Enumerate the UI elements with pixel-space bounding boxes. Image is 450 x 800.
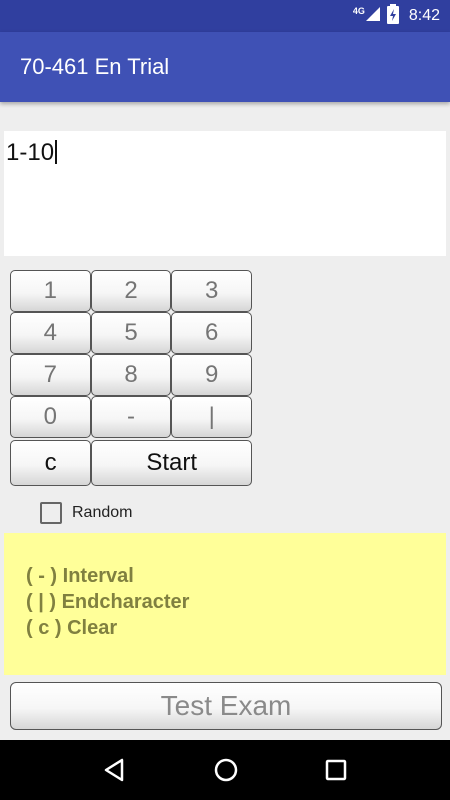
keypad-row: 0 - | [10,396,253,438]
random-label: Random [72,504,133,521]
question-range-input[interactable]: 1-10 [4,131,446,256]
key-endcharacter[interactable]: | [171,396,253,438]
battery-charging-icon [386,3,399,29]
keypad-row: 4 5 6 [10,312,253,354]
key-4[interactable]: 4 [10,312,91,354]
key-2[interactable]: 2 [90,270,172,312]
keypad-row: c Start [10,440,252,486]
back-icon[interactable] [102,757,128,783]
random-checkbox[interactable] [40,502,62,524]
text-cursor [55,140,58,164]
random-option[interactable]: Random [40,502,132,524]
key-0[interactable]: 0 [10,396,91,438]
recents-icon[interactable] [324,758,348,782]
start-button[interactable]: Start [91,440,252,486]
clock: 8:42 [408,7,440,24]
clear-button[interactable]: c [10,440,92,486]
key-6[interactable]: 6 [171,312,253,354]
key-7[interactable]: 7 [10,354,91,396]
help-line-interval: ( - ) Interval [26,565,134,587]
test-exam-button[interactable]: Test Exam [10,682,442,730]
navigation-bar [0,740,450,800]
keypad-row: 7 8 9 [10,354,253,396]
help-line-endcharacter: ( | ) Endcharacter [26,591,190,613]
app-bar: 70-461 En Trial [0,32,450,102]
network-type-label: 4G [352,6,365,16]
keypad-row: 1 2 3 [10,270,253,312]
input-value: 1-10 [6,139,55,166]
key-3[interactable]: 3 [171,270,253,312]
status-icons: 4G 8:42 [353,0,440,32]
key-1[interactable]: 1 [10,270,91,312]
key-9[interactable]: 9 [171,354,253,396]
key-8[interactable]: 8 [90,354,172,396]
home-icon[interactable] [213,757,239,783]
help-panel: ( - ) Interval ( | ) Endcharacter ( c ) … [4,533,446,675]
key-5[interactable]: 5 [90,312,172,354]
app-title: 70-461 En Trial [20,54,170,79]
keypad: 1 2 3 4 5 6 7 8 9 0 - | c Start [10,270,253,486]
key-interval[interactable]: - [90,396,172,438]
help-line-clear: ( c ) Clear [26,617,118,639]
status-bar: 4G 8:42 [0,0,450,32]
signal-icon [365,6,381,27]
